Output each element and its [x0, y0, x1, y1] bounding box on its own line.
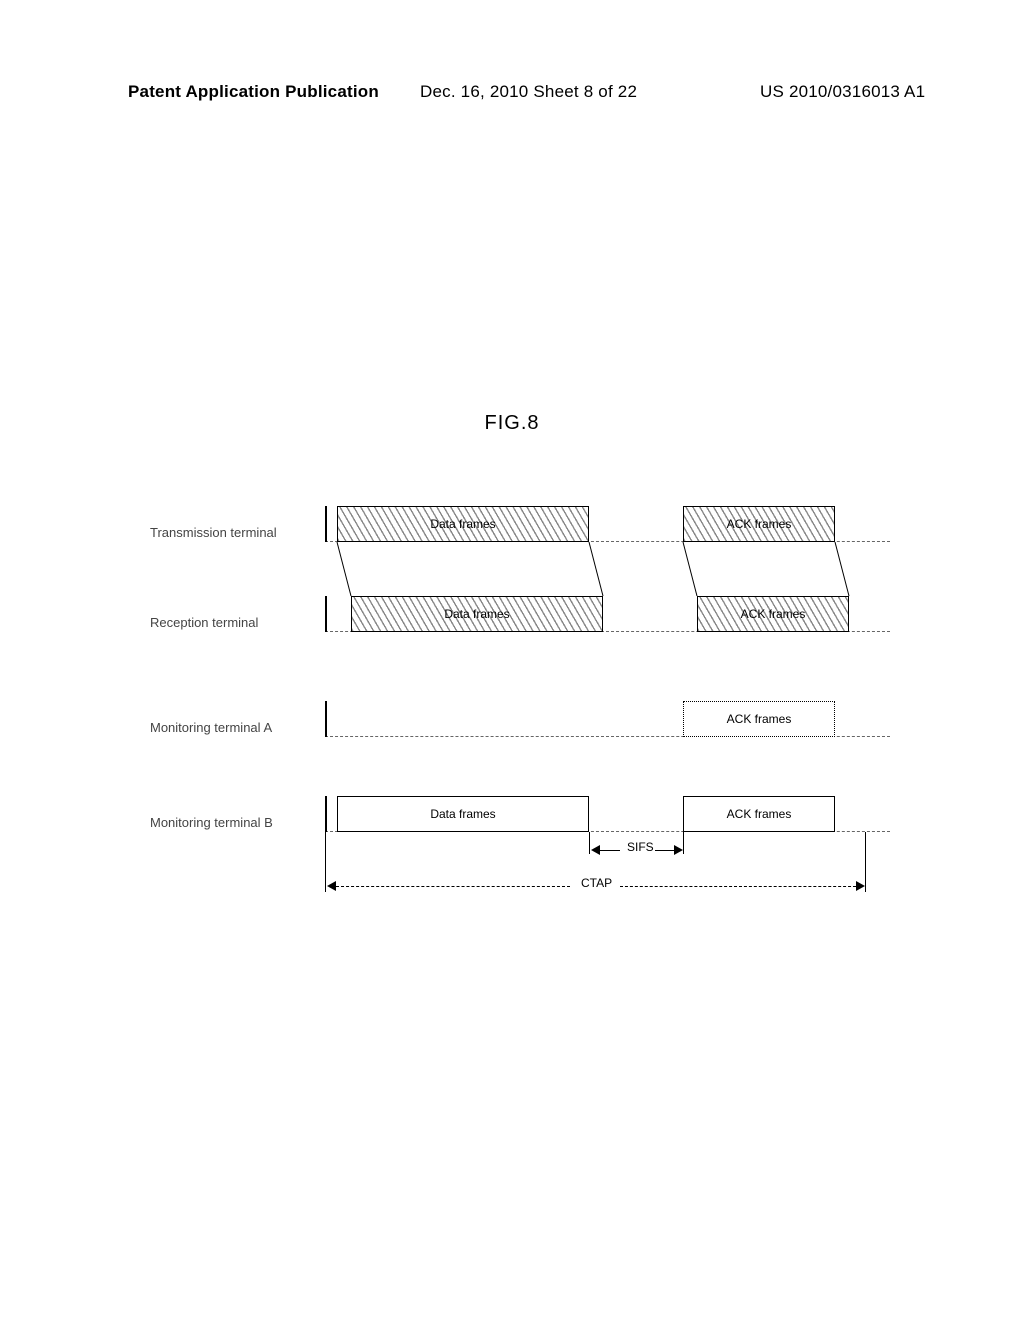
- mon-b-data-frame: Data frames: [337, 796, 589, 832]
- patent-page: Patent Application Publication Dec. 16, …: [0, 0, 1024, 1320]
- row-label-mon-a: Monitoring terminal A: [150, 720, 272, 735]
- row-mon-a: Monitoring terminal A ACK frames: [150, 685, 890, 737]
- dim-line: [336, 886, 570, 887]
- tick: [589, 832, 590, 854]
- dim-line: [655, 850, 674, 851]
- start-marker: [325, 796, 327, 832]
- arrow-right-icon: [856, 881, 865, 891]
- row-label-mon-b: Monitoring terminal B: [150, 815, 273, 830]
- timing-diagram: Transmission terminal Data frames ACK fr…: [150, 490, 890, 910]
- frame-text: Data frames: [440, 607, 513, 621]
- tick: [865, 832, 866, 892]
- arrow-left-icon: [327, 881, 336, 891]
- dim-line: [600, 850, 620, 851]
- frame-text: ACK frames: [737, 607, 810, 621]
- start-marker: [325, 701, 327, 737]
- sifs-label: SIFS: [621, 840, 660, 854]
- row-reception: Reception terminal Data frames ACK frame…: [150, 580, 890, 632]
- arrow-right-icon: [674, 845, 683, 855]
- header-right: US 2010/0316013 A1: [760, 82, 925, 102]
- mon-b-ack-frame: ACK frames: [683, 796, 835, 832]
- frame-text: ACK frames: [723, 807, 796, 821]
- figure-label: FIG.8: [0, 412, 1024, 435]
- frame-text: ACK frames: [723, 712, 796, 726]
- timeline-rx: Data frames ACK frames: [325, 580, 890, 632]
- row-label-rx: Reception terminal: [150, 615, 258, 630]
- arrow-left-icon: [591, 845, 600, 855]
- start-marker: [325, 596, 327, 632]
- row-mon-b: Monitoring terminal B Data frames ACK fr…: [150, 780, 890, 832]
- ctap-label: CTAP: [575, 876, 618, 890]
- rx-data-frame: Data frames: [351, 596, 603, 632]
- mon-a-ack-frame: ACK frames: [683, 701, 835, 737]
- dim-line: [620, 886, 856, 887]
- tick: [683, 832, 684, 854]
- tick: [325, 832, 326, 892]
- rx-ack-frame: ACK frames: [697, 596, 849, 632]
- header-mid: Dec. 16, 2010 Sheet 8 of 22: [420, 82, 637, 102]
- header-left: Patent Application Publication: [128, 82, 379, 102]
- timeline-mon-b: Data frames ACK frames: [325, 780, 890, 832]
- timeline-mon-a: ACK frames: [325, 685, 890, 737]
- frame-text: Data frames: [426, 807, 499, 821]
- row-label-tx: Transmission terminal: [150, 525, 277, 540]
